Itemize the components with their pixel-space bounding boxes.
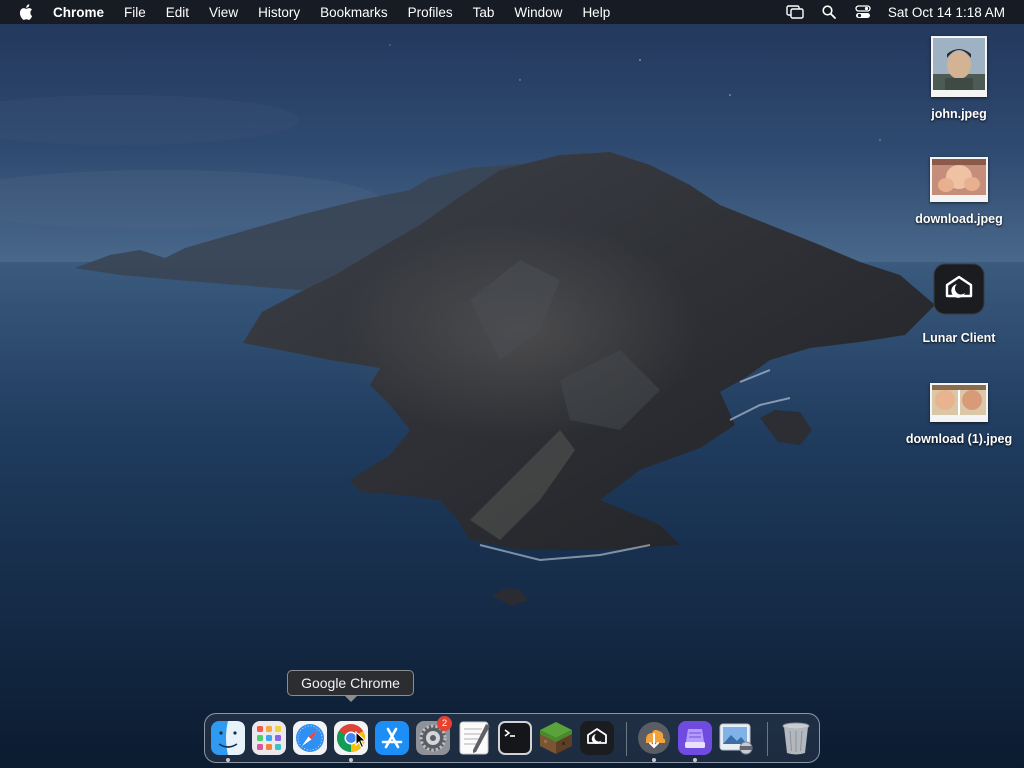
photo-thumbnail	[930, 383, 988, 422]
trash-icon	[782, 722, 810, 755]
menu-file[interactable]: File	[114, 5, 156, 20]
spotlight-search-icon[interactable]	[812, 0, 846, 24]
lunar-client-icon	[580, 721, 614, 755]
menu-bookmarks[interactable]: Bookmarks	[310, 5, 398, 20]
menubar-clock[interactable]: Sat Oct 14 1:18 AM	[880, 5, 1024, 20]
menu-view[interactable]: View	[199, 5, 248, 20]
terminal-icon	[498, 721, 532, 755]
dock-trash[interactable]	[778, 720, 814, 756]
downloads-stack-icon	[638, 722, 670, 754]
lunar-client-app-icon	[933, 263, 985, 320]
dock-app-store[interactable]	[374, 720, 410, 756]
photo-thumbnail	[930, 157, 988, 202]
menu-tab[interactable]: Tab	[463, 5, 505, 20]
running-indicator	[226, 758, 230, 762]
menu-bar: Chrome File Edit View History Bookmarks …	[0, 0, 1024, 24]
finder-icon	[211, 721, 245, 755]
screen-mirroring-icon[interactable]	[778, 0, 812, 24]
safari-icon	[293, 721, 327, 755]
preview-icon	[719, 723, 753, 755]
desktop-file-label: john.jpeg	[931, 107, 987, 121]
desktop-file-download-1-jpeg[interactable]: download (1).jpeg	[899, 383, 1019, 446]
dock-separator	[767, 722, 768, 756]
dock-installer[interactable]	[677, 720, 713, 756]
dock-lunar-client[interactable]	[579, 720, 615, 756]
dock-tooltip: Google Chrome	[287, 670, 414, 702]
launchpad-icon	[252, 721, 286, 755]
dock-launchpad[interactable]	[251, 720, 287, 756]
menu-app-name[interactable]: Chrome	[52, 5, 114, 20]
dock-textedit[interactable]	[456, 720, 492, 756]
desktop-wallpaper	[0, 0, 1024, 768]
running-indicator	[652, 758, 656, 762]
dock-terminal[interactable]	[497, 720, 533, 756]
dock-finder[interactable]	[210, 720, 246, 756]
running-indicator	[349, 758, 353, 762]
desktop-file-download-jpeg[interactable]: download.jpeg	[899, 157, 1019, 226]
desktop-file-label: download.jpeg	[915, 212, 1003, 226]
portrait-photo-thumbnail	[931, 36, 987, 97]
notification-badge: 2	[437, 716, 452, 731]
menu-extras: Sat Oct 14 1:18 AM	[778, 0, 1024, 24]
menu-profiles[interactable]: Profiles	[398, 5, 463, 20]
dock-minecraft[interactable]	[538, 720, 574, 756]
textedit-icon	[459, 721, 490, 755]
running-indicator	[693, 758, 697, 762]
app-store-icon	[375, 721, 409, 755]
dock-downloads[interactable]	[636, 720, 672, 756]
mouse-cursor-icon	[355, 731, 367, 749]
desktop-file-label: download (1).jpeg	[905, 432, 1013, 446]
desktop-file-label: Lunar Client	[922, 331, 996, 345]
control-center-icon[interactable]	[846, 0, 880, 24]
menu-edit[interactable]: Edit	[156, 5, 199, 20]
dock-separator	[626, 722, 627, 756]
menu-history[interactable]: History	[248, 5, 310, 20]
installer-icon	[678, 721, 712, 755]
menu-window[interactable]: Window	[504, 5, 572, 20]
menu-help[interactable]: Help	[572, 5, 620, 20]
dock	[204, 713, 820, 763]
apple-logo-icon[interactable]	[0, 0, 52, 24]
desktop-file-john-jpeg[interactable]: john.jpeg	[899, 36, 1019, 121]
desktop-app-lunar-client[interactable]: Lunar Client	[899, 263, 1019, 345]
minecraft-icon	[540, 722, 572, 754]
dock-preview[interactable]	[718, 720, 754, 756]
dock-safari[interactable]	[292, 720, 328, 756]
